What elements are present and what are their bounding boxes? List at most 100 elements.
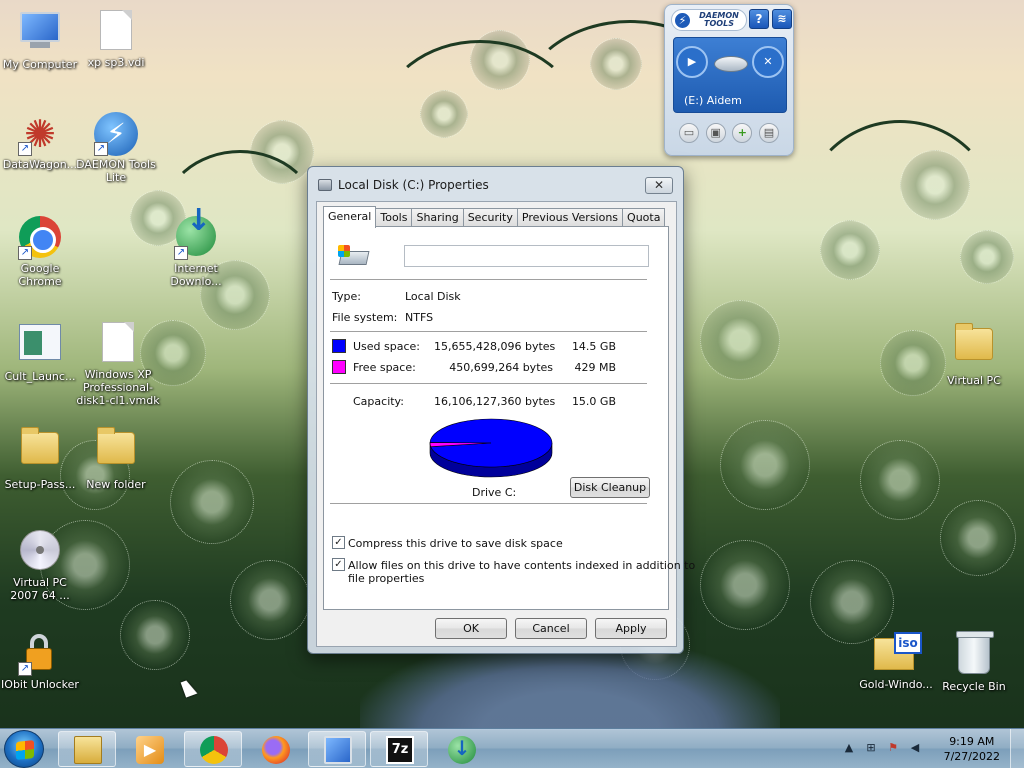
tab-previous-versions[interactable]: Previous Versions <box>516 208 624 227</box>
desktop-icon-label: DataWagon... <box>2 158 78 171</box>
divider <box>330 503 647 505</box>
desktop-icon-label: Google Chrome <box>18 262 62 288</box>
lock-icon[interactable]: ▤ <box>758 123 779 143</box>
desktop-icon-label: xp sp3.vdi <box>87 56 145 69</box>
image-catalog-icon[interactable]: ▣ <box>705 123 726 143</box>
settings-wrench-icon[interactable]: ✕ <box>752 46 784 78</box>
index-label-continued: file properties <box>348 572 425 585</box>
taskbar-internet-download-manager[interactable]: ↓ <box>432 731 490 767</box>
volume-label-input[interactable] <box>404 245 649 267</box>
drive-icon <box>318 179 332 191</box>
taskbar-7zip[interactable]: 7z <box>370 731 428 767</box>
action-center-flag-icon[interactable]: ⚑ <box>886 741 900 755</box>
free-space-swatch <box>332 360 346 374</box>
idm-globe-icon: ↓ <box>448 736 476 764</box>
shortcut-arrow-icon: ↗ <box>18 246 32 260</box>
datawagon-shortcut-icon[interactable]: ✺ ↗ DataWagon... <box>0 112 80 171</box>
rss-icon[interactable]: ≋ <box>772 9 792 29</box>
ok-button[interactable]: OK <box>435 618 507 639</box>
firefox-icon <box>262 736 290 764</box>
desktop-icon-label: IObit Unlocker <box>1 678 79 691</box>
new-folder-icon[interactable]: New folder <box>76 424 156 491</box>
windows-logo-icon <box>16 740 34 760</box>
chrome-icon <box>200 736 228 764</box>
gadget-help-button[interactable]: ? <box>749 9 769 29</box>
tab-tools[interactable]: Tools <box>375 208 413 227</box>
taskbar: ▶ 7z ↓ ▲ ⊞ ⚑ ◀ 9:19 AM 7/27/2022 <box>0 728 1024 768</box>
clock-time: 9:19 AM <box>949 735 995 748</box>
cult-launcher-icon[interactable]: Cult_Launc... <box>0 320 80 383</box>
desktop-icon-label: My Computer <box>2 58 78 71</box>
disk-usage-pie-chart <box>429 418 553 478</box>
capacity-size: 15.0 GB <box>571 395 616 408</box>
gadget-brand-line2: TOOLS <box>704 19 734 28</box>
file-system-value: NTFS <box>405 311 434 324</box>
free-space-label: Free space: <box>353 361 416 374</box>
close-button[interactable]: ✕ <box>645 177 673 194</box>
used-space-swatch <box>332 339 346 353</box>
cancel-button[interactable]: Cancel <box>515 618 587 639</box>
iobit-unlocker-shortcut-icon[interactable]: ↗ IObit Unlocker <box>0 632 80 691</box>
setup-pass-folder-icon[interactable]: Setup-Pass... <box>0 424 80 491</box>
recycle-bin-icon[interactable]: Recycle Bin <box>934 631 1014 693</box>
folder-icon <box>74 736 102 764</box>
free-space-size: 429 MB <box>574 361 616 374</box>
show-desktop-button[interactable] <box>1010 729 1024 768</box>
7zip-icon: 7z <box>386 736 414 764</box>
network-icon[interactable]: ⊞ <box>864 741 878 755</box>
tab-security[interactable]: Security <box>462 208 518 227</box>
volume-icon[interactable]: ◀ <box>908 741 922 755</box>
tab-sharing[interactable]: Sharing <box>411 208 464 227</box>
capacity-label: Capacity: <box>353 395 404 408</box>
media-player-icon: ▶ <box>136 736 164 764</box>
compress-label: Compress this drive to save disk space <box>348 537 563 550</box>
virtual-pc-icon <box>324 736 352 764</box>
compress-checkbox[interactable]: ✓ <box>332 536 345 549</box>
tab-general[interactable]: General <box>323 206 377 228</box>
desktop-icon-label: Cult_Launc... <box>4 370 76 383</box>
taskbar-firefox[interactable] <box>246 731 304 767</box>
desktop-icon-label: DAEMON Tools Lite <box>76 158 156 184</box>
google-chrome-shortcut-icon[interactable]: ↗ Google Chrome <box>0 216 80 288</box>
show-hidden-icons-icon[interactable]: ▲ <box>842 741 856 755</box>
taskbar-virtual-pc[interactable] <box>308 731 366 767</box>
windows-xp-vmdk-file-icon[interactable]: Windows XP Professional-disk1-cl1.vmdk <box>76 320 160 407</box>
general-tab-panel: Type: Local Disk File system: NTFS Used … <box>323 226 695 610</box>
lightning-icon: ⚡ <box>675 13 690 28</box>
shortcut-arrow-icon: ↗ <box>18 662 32 676</box>
shortcut-arrow-icon: ↗ <box>94 142 108 156</box>
disk-cleanup-button[interactable]: Disk Cleanup <box>570 477 650 498</box>
open-folder-icon[interactable]: ▭ <box>679 123 699 143</box>
desktop-icon-label: New folder <box>86 478 146 491</box>
index-checkbox[interactable]: ✓ <box>332 558 345 571</box>
desktop-icon-label: Gold-Windo... <box>859 678 933 691</box>
hard-drive-icon <box>338 245 370 267</box>
shortcut-arrow-icon: ↗ <box>18 142 32 156</box>
notification-area: ▲ ⊞ ⚑ ◀ 9:19 AM 7/27/2022 <box>834 729 1024 768</box>
taskbar-file-explorer[interactable] <box>58 731 116 767</box>
dialog-titlebar[interactable]: Local Disk (C:) Properties ✕ <box>308 167 683 201</box>
virtual-pc-folder-icon[interactable]: Virtual PC <box>934 320 1014 387</box>
clock[interactable]: 9:19 AM 7/27/2022 <box>944 734 1000 764</box>
taskbar-google-chrome[interactable] <box>184 731 242 767</box>
desktop-icon-label: Internet Downlo... <box>170 262 222 288</box>
apply-button[interactable]: Apply <box>595 618 667 639</box>
free-space-bytes: 450,699,264 bytes <box>449 361 553 374</box>
capacity-bytes: 16,106,127,360 bytes <box>434 395 556 408</box>
virtual-pc-2007-icon[interactable]: Virtual PC 2007 64 ... <box>0 528 80 602</box>
internet-download-manager-shortcut-icon[interactable]: ↗ Internet Downlo... <box>156 214 236 288</box>
tab-quota[interactable]: Quota <box>622 208 666 227</box>
mount-play-icon[interactable]: ▶ <box>676 46 708 78</box>
virtual-drive-icon <box>714 56 748 72</box>
taskbar-media-player[interactable]: ▶ <box>120 731 178 767</box>
start-button[interactable] <box>4 730 44 768</box>
add-drive-icon[interactable]: + <box>732 123 753 143</box>
desktop-icon-label: Setup-Pass... <box>4 478 76 491</box>
gold-windows-iso-icon[interactable]: iso Gold-Windo... <box>856 632 936 691</box>
my-computer-icon[interactable]: My Computer <box>0 8 80 71</box>
daemon-tools-lite-shortcut-icon[interactable]: ⚡ ↗ DAEMON Tools Lite <box>76 112 156 184</box>
desktop-icon-label: Virtual PC 2007 64 ... <box>10 576 70 602</box>
shortcut-arrow-icon: ↗ <box>174 246 188 260</box>
xp-sp3-vdi-file-icon[interactable]: xp sp3.vdi <box>76 8 156 69</box>
type-value: Local Disk <box>405 290 461 303</box>
